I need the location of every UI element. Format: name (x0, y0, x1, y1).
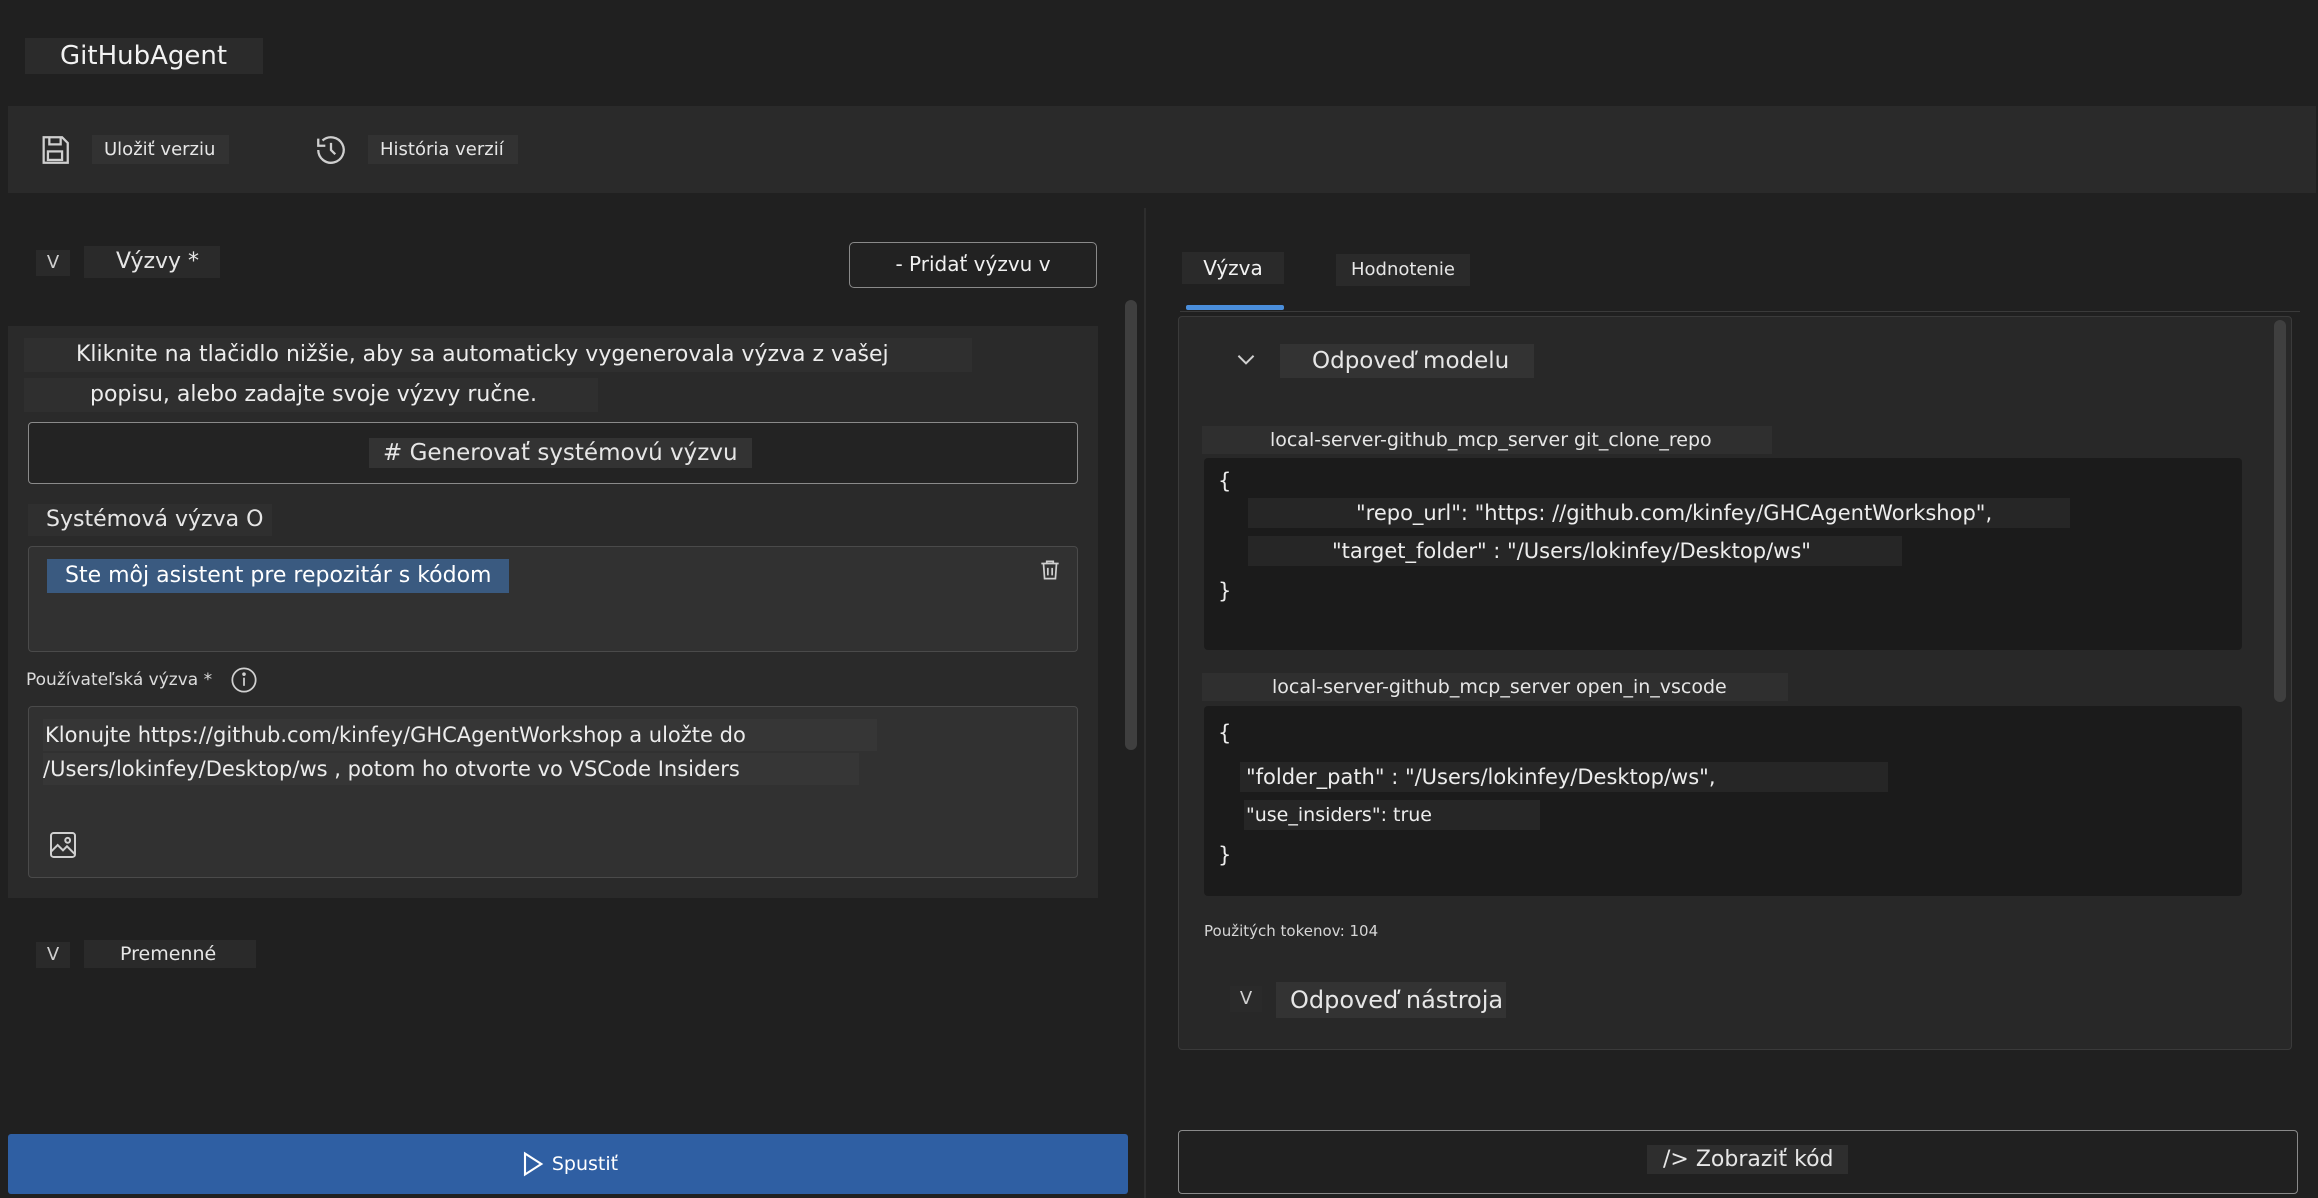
tool-response-title: Odpoveď nástroja (1276, 982, 1506, 1018)
generate-system-prompt-button[interactable]: # Generovať systémovú výzvu (28, 422, 1078, 484)
version-history-button[interactable]: História verzií (314, 106, 518, 193)
add-prompt-button[interactable]: - Pridať výzvu v (849, 242, 1097, 288)
image-upload-icon[interactable] (47, 829, 79, 861)
model-response-title: Odpoveď modelu (1280, 344, 1534, 378)
code-line: } (1218, 579, 1232, 603)
generate-system-prompt-label: # Generovať systémovú výzvu (369, 438, 752, 468)
history-icon (317, 135, 345, 164)
version-history-label: História verzií (368, 135, 518, 164)
right-scrollbar[interactable] (2274, 320, 2286, 702)
system-prompt-label: Systémová výzva O (28, 504, 272, 536)
user-prompt-line-2: /Users/lokinfey/Desktop/ws , potom ho ot… (43, 753, 859, 785)
tab-prompt[interactable]: Výzva (1182, 252, 1284, 284)
chevron-down-icon[interactable] (1232, 346, 1260, 372)
code-line: { (1218, 721, 1232, 745)
tool-call-arguments: { "repo_url": "https: //github.com/kinfe… (1204, 458, 2242, 650)
variables-collapse-toggle[interactable]: V (36, 942, 70, 968)
system-prompt-field[interactable]: Ste môj asistent pre repozitár s kódom (28, 546, 1078, 652)
view-code-label: /> Zobraziť kód (1647, 1145, 1848, 1174)
code-line: "target_folder" : "/Users/lokinfey/Deskt… (1248, 536, 1902, 566)
info-icon[interactable] (230, 666, 258, 694)
code-line: } (1218, 843, 1232, 867)
panel-divider[interactable] (1144, 208, 1146, 1198)
tab-evaluation[interactable]: Hodnotenie (1336, 254, 1470, 286)
active-tab-indicator (1186, 305, 1284, 310)
play-icon (523, 1151, 544, 1177)
prompts-collapse-toggle[interactable]: V (36, 250, 70, 276)
user-prompt-field[interactable]: Klonujte https://github.com/kinfey/GHCAg… (28, 706, 1078, 878)
tool-call-name: local-server-github_mcp_server open_in_v… (1202, 673, 1788, 701)
prompts-section-title: Výzvy * (84, 246, 220, 278)
code-line: { (1218, 469, 1232, 493)
tokens-used: Použitých tokenov: 104 (1204, 922, 1379, 940)
save-icon (42, 135, 69, 164)
tabs-divider (1180, 311, 2300, 312)
run-label: Spustiť (551, 1153, 619, 1175)
toolbar: Uložiť verziu História verzií (8, 106, 2316, 193)
user-prompt-line-1: Klonujte https://github.com/kinfey/GHCAg… (43, 719, 877, 751)
app-title: GitHubAgent (25, 38, 263, 74)
tool-call-arguments: { "folder_path" : "/Users/lokinfey/Deskt… (1204, 706, 2242, 896)
variables-section-title: Premenné (84, 940, 256, 968)
code-line: "use_insiders": true (1244, 800, 1540, 830)
run-button[interactable]: Spustiť (8, 1134, 1128, 1194)
system-prompt-text[interactable]: Ste môj asistent pre repozitár s kódom (47, 559, 510, 593)
description-line-1: Kliknite na tlačidlo nižšie, aby sa auto… (24, 338, 972, 401)
view-code-button[interactable]: /> Zobraziť kód (1178, 1130, 2298, 1194)
trash-icon[interactable] (1037, 557, 1063, 583)
code-line: "folder_path" : "/Users/lokinfey/Desktop… (1240, 762, 1888, 792)
save-version-label: Uložiť verziu (92, 135, 230, 164)
code-line: "repo_url": "https: //github.com/kinfey/… (1248, 498, 2070, 528)
tool-response-collapse-toggle[interactable]: V (1230, 986, 1262, 1012)
left-scrollbar[interactable] (1125, 300, 1137, 750)
tool-call-name: local-server-github_mcp_server git_clone… (1202, 426, 1772, 454)
save-version-button[interactable]: Uložiť verziu (38, 106, 230, 193)
description-line-2: popisu, alebo zadajte svoje výzvy ručne. (24, 378, 598, 412)
user-prompt-label: Používateľská výzva * (26, 668, 213, 692)
